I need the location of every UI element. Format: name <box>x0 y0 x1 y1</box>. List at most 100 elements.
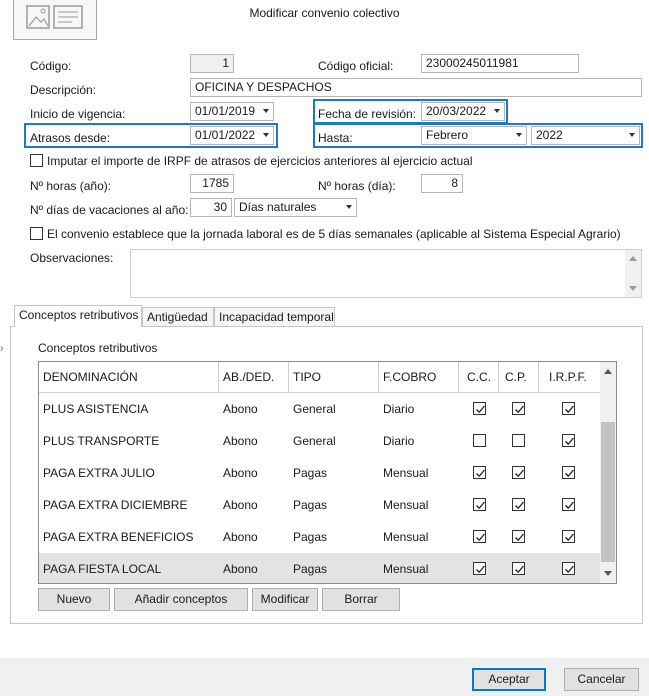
column-header[interactable]: C.P. <box>499 362 539 393</box>
cp-checkbox[interactable] <box>512 530 525 543</box>
scroll-down-icon[interactable] <box>629 286 637 291</box>
modificar-button[interactable]: Modificar <box>252 588 318 611</box>
column-header[interactable]: DENOMINACIÓN <box>39 362 219 393</box>
scroll-down-icon[interactable] <box>604 571 612 576</box>
cc-checkbox[interactable] <box>473 498 486 511</box>
observaciones-textarea[interactable] <box>130 249 642 298</box>
column-header[interactable]: F.COBRO <box>379 362 459 393</box>
chevron-down-icon <box>263 109 269 113</box>
column-header[interactable]: I.R.P.F. <box>539 362 601 393</box>
cell-cobro: Mensual <box>383 530 429 544</box>
descripcion-field[interactable]: OFICINA Y DESPACHOS <box>190 78 642 97</box>
irpf-checkbox[interactable] <box>562 562 575 575</box>
cell-ab: Abono <box>223 434 258 448</box>
cp-checkbox[interactable] <box>512 434 525 447</box>
checkmark-icon <box>515 533 524 542</box>
table-row[interactable]: PAGA FIESTA LOCAL Abono Pagas Mensual <box>39 553 601 583</box>
hasta-mes-select[interactable]: Febrero <box>421 126 527 145</box>
inicio-vigencia-date[interactable]: 01/01/2019 <box>190 102 274 121</box>
window-title: Modificar convenio colectivo <box>249 6 400 20</box>
table-row[interactable]: PAGA EXTRA BENEFICIOS Abono Pagas Mensual <box>39 521 601 553</box>
aceptar-button[interactable]: Aceptar <box>472 668 546 691</box>
codigo-label: Código: <box>30 59 72 73</box>
fecha-revision-date[interactable]: 20/03/2022 <box>421 102 505 121</box>
imputar-checkbox[interactable] <box>30 154 43 167</box>
vacaciones-tipo-value: Días naturales <box>239 200 317 214</box>
conceptos-grid: DENOMINACIÓN AB./DED. TIPO F.COBRO C.C. … <box>38 361 617 584</box>
chevron-right-icon: › <box>0 343 4 354</box>
cell-ab: Abono <box>223 562 258 576</box>
observaciones-scrollbar[interactable] <box>625 250 641 297</box>
table-row[interactable]: PLUS TRANSPORTE Abono General Diario <box>39 425 601 457</box>
checkmark-icon <box>565 501 574 510</box>
inicio-vigencia-value: 01/01/2019 <box>195 104 256 118</box>
dialog-footer <box>0 658 649 696</box>
tab-incapacidad-temporal[interactable]: Incapacidad temporal <box>214 307 335 326</box>
checkmark-icon <box>565 405 574 414</box>
observaciones-label: Observaciones: <box>30 251 114 265</box>
scroll-thumb[interactable] <box>601 422 615 562</box>
codigo-oficial-field[interactable]: 23000245011981 <box>421 54 579 73</box>
table-row[interactable]: PLUS ASISTENCIA Abono General Diario <box>39 393 601 425</box>
cell-tipo: General <box>293 434 336 448</box>
cell-ab: Abono <box>223 498 258 512</box>
borrar-button[interactable]: Borrar <box>322 588 400 611</box>
checkmark-icon <box>515 565 524 574</box>
column-header[interactable]: C.C. <box>459 362 499 393</box>
cell-cobro: Diario <box>383 402 415 416</box>
horas-dia-field[interactable]: 8 <box>421 174 463 193</box>
cell-denominacion: PAGA FIESTA LOCAL <box>43 562 162 576</box>
irpf-checkbox[interactable] <box>562 530 575 543</box>
cc-checkbox[interactable] <box>473 562 486 575</box>
irpf-checkbox[interactable] <box>562 498 575 511</box>
cell-denominacion: PAGA EXTRA DICIEMBRE <box>43 498 188 512</box>
anadir-conceptos-button[interactable]: Añadir conceptos <box>114 588 248 611</box>
checkmark-icon <box>565 469 574 478</box>
checkmark-icon <box>476 469 485 478</box>
cancelar-button[interactable]: Cancelar <box>564 668 639 691</box>
scroll-up-icon[interactable] <box>604 369 612 374</box>
nuevo-button[interactable]: Nuevo <box>38 588 110 611</box>
cc-checkbox[interactable] <box>473 530 486 543</box>
horas-anio-field[interactable]: 1785 <box>190 174 234 193</box>
cc-checkbox[interactable] <box>473 434 486 447</box>
irpf-checkbox[interactable] <box>562 434 575 447</box>
chevron-down-icon <box>516 133 522 137</box>
cp-checkbox[interactable] <box>512 498 525 511</box>
irpf-checkbox[interactable] <box>562 402 575 415</box>
scroll-up-icon[interactable] <box>629 256 637 261</box>
cell-cobro: Diario <box>383 434 415 448</box>
grid-scrollbar[interactable] <box>600 362 616 583</box>
vacaciones-field[interactable]: 30 <box>190 198 232 217</box>
codigo-field[interactable]: 1 <box>190 54 234 73</box>
inicio-vigencia-label: Inicio de vigencia: <box>30 107 126 121</box>
column-header[interactable]: AB./DED. <box>219 362 289 393</box>
table-row[interactable]: PAGA EXTRA JULIO Abono Pagas Mensual <box>39 457 601 489</box>
checkmark-icon <box>565 437 574 446</box>
tab-conceptos-retributivos[interactable]: Conceptos retributivos <box>14 305 142 327</box>
cell-cobro: Mensual <box>383 562 429 576</box>
chevron-down-icon <box>263 133 269 137</box>
cp-checkbox[interactable] <box>512 466 525 479</box>
cp-checkbox[interactable] <box>512 402 525 415</box>
jornada-checkbox[interactable] <box>30 227 43 240</box>
atrasos-desde-date[interactable]: 01/01/2022 <box>190 126 274 145</box>
vacaciones-tipo-select[interactable]: Días naturales <box>234 198 357 217</box>
atrasos-desde-value: 01/01/2022 <box>195 128 256 142</box>
grid-title: Conceptos retributivos <box>38 341 158 355</box>
table-row[interactable]: PAGA EXTRA DICIEMBRE Abono Pagas Mensual <box>39 489 601 521</box>
fecha-revision-value: 20/03/2022 <box>426 104 487 118</box>
column-header[interactable]: TIPO <box>289 362 379 393</box>
cell-cobro: Mensual <box>383 466 429 480</box>
cc-checkbox[interactable] <box>473 402 486 415</box>
checkmark-icon <box>476 565 485 574</box>
chevron-down-icon <box>494 109 500 113</box>
cp-checkbox[interactable] <box>512 562 525 575</box>
irpf-checkbox[interactable] <box>562 466 575 479</box>
checkmark-icon <box>476 501 485 510</box>
fecha-revision-label: Fecha de revisión: <box>318 107 417 121</box>
codigo-oficial-label: Código oficial: <box>318 59 394 73</box>
tab-antiguedad[interactable]: Antigüedad <box>142 307 214 326</box>
hasta-anio-select[interactable]: 2022 <box>531 126 640 145</box>
cc-checkbox[interactable] <box>473 466 486 479</box>
